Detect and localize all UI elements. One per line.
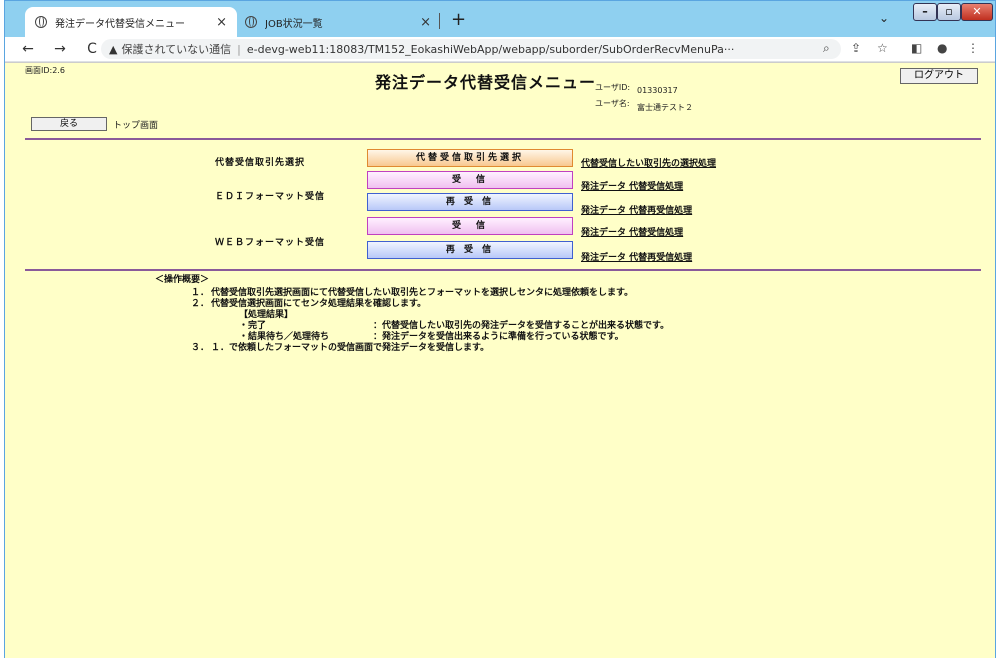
partner-select-label: 代替受信取引先選択 bbox=[215, 158, 306, 168]
tab-label: JOB状況一覧 bbox=[265, 18, 323, 30]
divider bbox=[25, 269, 981, 271]
browser-window: 発注データ代替受信メニュー × JOB状況一覧 × + ⌄ – ▫ ✕ ← → … bbox=[4, 0, 996, 658]
web-receive-link[interactable]: 発注データ 代替受信処理 bbox=[581, 225, 683, 238]
divider bbox=[25, 138, 981, 140]
step-number: １． bbox=[191, 288, 210, 298]
web-format-label: ＷＥＢフォーマット受信 bbox=[215, 238, 326, 248]
page-title: 発注データ代替受信メニュー bbox=[375, 73, 597, 92]
warning-icon: ▲ bbox=[109, 42, 118, 56]
back-arrow-icon[interactable]: ← bbox=[19, 41, 37, 57]
browser-toolbar: ← → C ▲ 保護されていない通信 | e-devg-web11:18083/… bbox=[5, 37, 995, 61]
screen-id: 画面ID:2.6 bbox=[25, 66, 65, 75]
step-text: 代替受信取引先選択画面にて代替受信したい取引先とフォーマットを選択しセンタに処理… bbox=[211, 288, 634, 298]
edi-format-label: ＥＤＩフォーマット受信 bbox=[215, 192, 326, 202]
web-rereceive-link[interactable]: 発注データ 代替再受信処理 bbox=[581, 250, 692, 263]
star-icon[interactable]: ☆ bbox=[877, 41, 888, 55]
address-bar[interactable]: ▲ 保護されていない通信 | e-devg-web11:18083/TM152_… bbox=[101, 39, 841, 59]
reload-icon[interactable]: C bbox=[83, 41, 101, 57]
partner-select-button[interactable]: 代替受信取引先選択 bbox=[367, 149, 573, 167]
logout-button[interactable]: ログアウト bbox=[900, 68, 978, 84]
overview-step: ２． 代替受信選択画面にてセンタ処理結果を確認します。 bbox=[155, 299, 669, 310]
user-id-label: ユーザID: bbox=[595, 83, 631, 92]
tab-job-status[interactable]: JOB状況一覧 × bbox=[235, 7, 441, 37]
step-text: 代替受信選択画面にてセンタ処理結果を確認します。 bbox=[211, 299, 427, 309]
edi-rereceive-button[interactable]: 再 受 信 bbox=[367, 193, 573, 211]
overview-step: ３． １．で依頼したフォーマットの受信画面で発注データを受信します。 bbox=[155, 343, 669, 354]
tab-order-menu[interactable]: 発注データ代替受信メニュー × bbox=[25, 7, 237, 37]
partner-select-link[interactable]: 代替受信したい取引先の選択処理 bbox=[581, 156, 716, 169]
result-item: ・完了 ：代替受信したい取引先の発注データを受信することが出来る状態です。 bbox=[155, 321, 669, 332]
result-title: 【処理結果】 bbox=[239, 310, 294, 320]
not-secure-label: 保護されていない通信 bbox=[121, 43, 232, 56]
new-tab-icon[interactable]: + bbox=[451, 9, 466, 30]
result-text: ：発注データを受信出来るように準備を行っている状態です。 bbox=[373, 332, 624, 342]
edi-rereceive-link[interactable]: 発注データ 代替再受信処理 bbox=[581, 203, 692, 216]
globe-icon bbox=[245, 16, 257, 28]
sidepanel-icon[interactable]: ◧ bbox=[911, 41, 922, 55]
page-content: 画面ID:2.6 発注データ代替受信メニュー ログアウト ユーザID: 0133… bbox=[5, 62, 995, 658]
user-name-label: ユーザ名: bbox=[595, 99, 630, 108]
tab-search-icon[interactable]: ⌄ bbox=[879, 11, 889, 25]
operation-overview: ＜操作概要＞ １． 代替受信取引先選択画面にて代替受信したい取引先とフォーマット… bbox=[155, 275, 669, 354]
minimize-icon[interactable]: – bbox=[913, 3, 937, 21]
tab-label: 発注データ代替受信メニュー bbox=[55, 18, 185, 30]
zoom-icon[interactable]: ⌕ bbox=[823, 41, 830, 56]
forward-arrow-icon[interactable]: → bbox=[51, 41, 69, 57]
step-text: １．で依頼したフォーマットの受信画面で発注データを受信します。 bbox=[211, 343, 490, 353]
result-label: ・結果待ち／処理待ち bbox=[239, 332, 330, 342]
step-number: ２． bbox=[191, 299, 210, 309]
maximize-icon[interactable]: ▫ bbox=[937, 3, 961, 21]
globe-icon bbox=[35, 16, 47, 28]
web-receive-button[interactable]: 受 信 bbox=[367, 217, 573, 235]
profile-icon[interactable]: ● bbox=[937, 41, 947, 55]
back-button[interactable]: 戻る bbox=[31, 117, 107, 131]
user-info: ユーザID: 01330317 ユーザ名: 富士通テスト２ bbox=[595, 83, 693, 117]
overview-step: １． 代替受信取引先選択画面にて代替受信したい取引先とフォーマットを選択しセンタ… bbox=[155, 288, 669, 299]
edi-receive-link[interactable]: 発注データ 代替受信処理 bbox=[581, 179, 683, 192]
result-item: ・結果待ち／処理待ち ：発注データを受信出来るように準備を行っている状態です。 bbox=[155, 332, 669, 343]
result-label: ・完了 bbox=[239, 321, 267, 331]
menu-icon[interactable]: ⋮ bbox=[967, 41, 979, 55]
overview-title: ＜操作概要＞ bbox=[155, 275, 210, 285]
url-separator: | bbox=[237, 42, 241, 56]
window-close-icon[interactable]: ✕ bbox=[961, 3, 993, 21]
web-rereceive-button[interactable]: 再 受 信 bbox=[367, 241, 573, 259]
step-number: ３． bbox=[191, 343, 210, 353]
user-name-value: 富士通テスト２ bbox=[637, 103, 693, 112]
edi-receive-button[interactable]: 受 信 bbox=[367, 171, 573, 189]
tab-strip: 発注データ代替受信メニュー × JOB状況一覧 × + ⌄ – ▫ ✕ bbox=[5, 1, 995, 37]
user-id-value: 01330317 bbox=[637, 86, 678, 95]
tab-separator bbox=[439, 13, 440, 29]
tab-close-icon[interactable]: × bbox=[216, 15, 227, 30]
url-text: e-devg-web11:18083/TM152_EokashiWebApp/w… bbox=[246, 42, 735, 56]
share-icon[interactable]: ⇪ bbox=[851, 41, 861, 55]
result-text: ：代替受信したい取引先の発注データを受信することが出来る状態です。 bbox=[373, 321, 670, 331]
back-label: トップ画面 bbox=[113, 121, 159, 131]
tab-close-icon[interactable]: × bbox=[420, 15, 431, 30]
